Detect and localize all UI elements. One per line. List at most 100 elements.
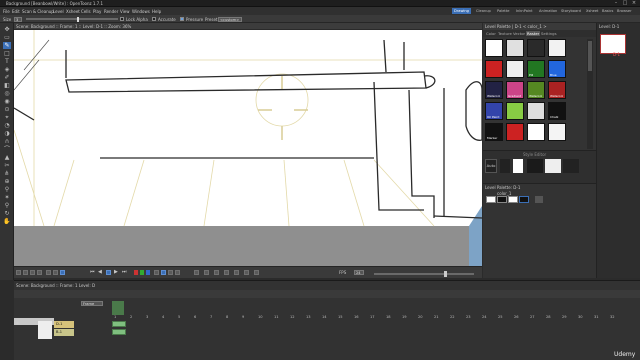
- tab-color[interactable]: Color: [486, 31, 496, 36]
- size-slider[interactable]: [26, 18, 118, 20]
- brush-swatch[interactable]: Gradient: [506, 81, 524, 99]
- brush-swatch[interactable]: [485, 39, 503, 57]
- room-tab-basics[interactable]: Basics: [600, 8, 615, 14]
- minimize-button[interactable]: –: [612, 1, 620, 6]
- rgb-picker-tool-icon[interactable]: ⊙: [3, 106, 11, 113]
- checker-bg-button[interactable]: [161, 270, 166, 275]
- room-tab-storyboard[interactable]: Storyboard: [559, 8, 583, 14]
- menu-render[interactable]: Render: [104, 9, 118, 14]
- white-bg-button[interactable]: [168, 270, 173, 275]
- maximize-button[interactable]: □: [621, 1, 629, 6]
- alpha-channel-button[interactable]: [154, 270, 159, 275]
- pump-tool-icon[interactable]: ◑: [3, 130, 11, 137]
- first-frame-icon[interactable]: ⏮: [90, 270, 95, 275]
- menu-scan-cleanup[interactable]: Scan & Cleanup: [22, 9, 54, 14]
- menu-help[interactable]: Help: [152, 9, 161, 14]
- brush-swatch[interactable]: [506, 102, 524, 120]
- brush-swatch[interactable]: Pill: [527, 60, 545, 78]
- safe-area-button[interactable]: [46, 270, 51, 275]
- menu-windows[interactable]: Windows: [132, 9, 150, 14]
- bender-tool-icon[interactable]: ⌒: [3, 146, 11, 153]
- accurate-checkbox[interactable]: [152, 17, 156, 21]
- flip-v-button[interactable]: [234, 270, 239, 275]
- tab-raster[interactable]: Raster: [526, 31, 541, 36]
- iron-tool-icon[interactable]: ▲: [3, 154, 11, 161]
- room-tab-browser[interactable]: Browser: [615, 8, 634, 14]
- type-tool-icon[interactable]: T: [3, 58, 11, 65]
- room-tab-inknpaint[interactable]: InknPaint: [514, 8, 535, 14]
- last-frame-icon[interactable]: ⏭: [122, 270, 127, 275]
- hook-tool-icon[interactable]: ⚲: [3, 186, 11, 193]
- style-chip-4[interactable]: [535, 196, 543, 203]
- 3d-view-button[interactable]: [37, 270, 42, 275]
- skeleton-tool-icon[interactable]: ⋔: [3, 170, 11, 177]
- pressure-checkbox[interactable]: [180, 17, 184, 21]
- menu-cells[interactable]: Cells: [81, 9, 91, 14]
- brush-swatch[interactable]: Marker: [485, 123, 503, 141]
- room-tab-cleanup[interactable]: Cleanup: [474, 8, 493, 14]
- drawing-canvas[interactable]: [14, 30, 482, 266]
- magnet-tool-icon[interactable]: ∩: [3, 138, 11, 145]
- brush-swatch[interactable]: Oil Paint: [485, 102, 503, 120]
- auto-button[interactable]: Auto: [485, 159, 497, 173]
- room-tab-animation[interactable]: Animation: [537, 8, 559, 14]
- view-mode-button[interactable]: [16, 270, 21, 275]
- menu-view[interactable]: View: [120, 9, 130, 14]
- room-tab-drawing[interactable]: Drawing: [452, 8, 471, 14]
- field-guide-button[interactable]: [53, 270, 58, 275]
- lock-alpha-checkbox[interactable]: [120, 17, 124, 21]
- style-picker-tool-icon[interactable]: ◉: [3, 98, 11, 105]
- brush-swatch[interactable]: [527, 123, 545, 141]
- zoom-tool-icon[interactable]: ⚲: [3, 202, 11, 209]
- camera-stand-button[interactable]: [30, 270, 35, 275]
- tab-settings[interactable]: Settings: [541, 31, 557, 36]
- brush-swatch[interactable]: Watercol: [485, 81, 503, 99]
- fps-slider[interactable]: [374, 272, 474, 275]
- animate-tool-icon[interactable]: ✥: [3, 26, 11, 33]
- plastic-tool-icon[interactable]: ✶: [3, 194, 11, 201]
- subcamera-button[interactable]: [254, 270, 259, 275]
- tab-texture[interactable]: Texture: [498, 31, 512, 36]
- brush-swatch[interactable]: Blue: [548, 60, 566, 78]
- fps-slider-handle[interactable]: [444, 270, 447, 277]
- size-slider-handle[interactable]: [77, 16, 79, 22]
- eraser-tool-icon[interactable]: ◧: [3, 82, 11, 89]
- prev-frame-icon[interactable]: ◀: [98, 270, 102, 275]
- style-chip-0[interactable]: [486, 196, 496, 203]
- brush-swatch[interactable]: Chalk: [548, 102, 566, 120]
- close-button[interactable]: ×: [630, 1, 638, 6]
- hand-tool-icon[interactable]: ✋: [3, 218, 11, 225]
- brush-tool-icon[interactable]: ✎: [3, 42, 11, 49]
- size-field[interactable]: 3: [14, 16, 22, 22]
- menu-file[interactable]: File: [3, 9, 10, 14]
- room-tab-palette[interactable]: Palette: [495, 8, 511, 14]
- pinch-tool-icon[interactable]: ◔: [3, 122, 11, 129]
- preview-button[interactable]: [23, 270, 28, 275]
- geometric-tool-icon[interactable]: □: [3, 50, 11, 57]
- grid-toggle-button[interactable]: [60, 270, 65, 275]
- palette-scrollbar[interactable]: [587, 39, 593, 149]
- brush-swatch[interactable]: [506, 39, 524, 57]
- cutter-tool-icon[interactable]: ✂: [3, 162, 11, 169]
- brush-swatch[interactable]: [548, 123, 566, 141]
- brush-swatch[interactable]: [548, 39, 566, 57]
- brush-swatch[interactable]: Watercol: [527, 81, 545, 99]
- brush-swatch[interactable]: Watercol: [548, 81, 566, 99]
- fps-field[interactable]: 24: [354, 270, 364, 275]
- tab-vector[interactable]: Vector: [513, 31, 525, 36]
- tracker-tool-icon[interactable]: ⊕: [3, 178, 11, 185]
- blue-channel-toggle[interactable]: [146, 270, 150, 275]
- style-chip-2[interactable]: [508, 196, 518, 203]
- red-channel-toggle[interactable]: [134, 270, 138, 275]
- green-channel-toggle[interactable]: [140, 270, 144, 275]
- preset-select[interactable]: <custom>: [218, 16, 242, 22]
- level-frame-thumbnail[interactable]: [600, 34, 626, 54]
- zoom-in-button[interactable]: [204, 270, 209, 275]
- menu-level[interactable]: Level: [53, 9, 64, 14]
- style-chip-1[interactable]: [497, 196, 507, 203]
- black-bg-button[interactable]: [175, 270, 180, 275]
- rotate-tool-icon[interactable]: ↻: [3, 210, 11, 217]
- brush-swatch[interactable]: [506, 60, 524, 78]
- reset-view-button[interactable]: [244, 270, 249, 275]
- room-tab-xsheet[interactable]: Xsheet: [584, 8, 600, 14]
